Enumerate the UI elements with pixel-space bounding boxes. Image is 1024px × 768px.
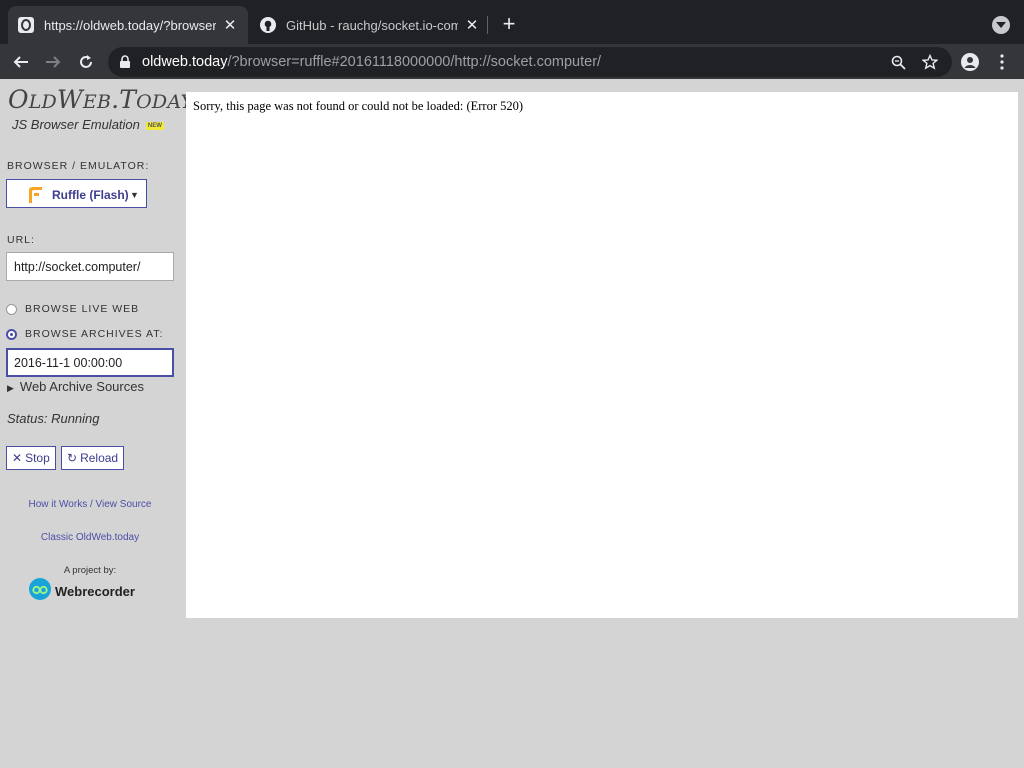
- how-it-works-link[interactable]: How it Works / View Source: [0, 499, 180, 510]
- reload-button[interactable]: ↻ Reload: [61, 446, 125, 470]
- tab-github[interactable]: GitHub - rauchg/socket.io-com ✕: [250, 6, 490, 44]
- url-label: URL:: [7, 234, 35, 246]
- bookmark-star-icon[interactable]: [921, 53, 939, 71]
- address-url: oldweb.today/?browser=ruffle#20161118000…: [142, 54, 601, 70]
- tab-oldweb[interactable]: https://oldweb.today/?browser ✕: [8, 6, 248, 44]
- reload-icon[interactable]: [73, 49, 99, 75]
- chevron-down-icon: ▼: [130, 190, 139, 200]
- tab-search-icon[interactable]: [992, 16, 1010, 34]
- project-by-label: A project by:: [63, 565, 117, 576]
- classic-oldweb-link[interactable]: Classic OldWeb.today: [0, 532, 180, 543]
- web-archive-sources-toggle[interactable]: ▶ Web Archive Sources: [7, 379, 144, 394]
- back-arrow-icon[interactable]: [8, 49, 34, 75]
- oldweb-logo[interactable]: OLDWEB.TODAY: [8, 85, 193, 114]
- close-tab-icon[interactable]: ✕: [464, 16, 480, 34]
- subtitle-text: JS Browser Emulation: [12, 117, 140, 132]
- browser-select-label: Ruffle (Flash): [52, 188, 129, 202]
- tab-divider: [487, 16, 488, 34]
- browse-archives-radio[interactable]: [6, 328, 17, 340]
- logo-text: ODAY: [136, 91, 194, 113]
- webrecorder-logo-icon: [29, 578, 51, 605]
- logo-text: W: [56, 85, 83, 114]
- emulated-browser-frame[interactable]: Sorry, this page was not found or could …: [186, 92, 1018, 618]
- browse-archives-label: BROWSE ARCHIVES AT:: [25, 328, 164, 340]
- browser-emulator-label: BROWSER / EMULATOR:: [7, 160, 150, 172]
- status-text: Status: Running: [7, 411, 100, 426]
- address-host: oldweb.today: [142, 54, 228, 70]
- stop-button[interactable]: ✕ Stop: [6, 446, 56, 470]
- new-tab-icon[interactable]: +: [497, 12, 521, 36]
- lock-icon: [120, 55, 130, 73]
- close-tab-icon[interactable]: ✕: [222, 16, 238, 34]
- browse-live-radio[interactable]: [6, 303, 17, 315]
- zoom-icon[interactable]: [889, 53, 907, 71]
- browse-live-label: BROWSE LIVE WEB: [25, 303, 140, 315]
- profile-icon[interactable]: [957, 49, 983, 75]
- browser-toolbar: oldweb.today/?browser=ruffle#20161118000…: [0, 44, 1024, 79]
- url-input[interactable]: [6, 252, 174, 281]
- logo-text: EB: [82, 91, 112, 113]
- browser-select-button[interactable]: Ruffle (Flash) ▼: [6, 179, 147, 208]
- error-message: Sorry, this page was not found or could …: [193, 99, 524, 113]
- oldweb-favicon-icon: [18, 17, 34, 33]
- logo-text: LD: [28, 91, 57, 113]
- close-icon: ✕: [12, 451, 23, 465]
- browse-live-option[interactable]: BROWSE LIVE WEB: [6, 303, 139, 315]
- tab-strip: https://oldweb.today/?browser ✕ GitHub -…: [0, 0, 1024, 44]
- address-path: /?browser=ruffle#20161118000000/http://s…: [227, 54, 602, 70]
- stop-label: Stop: [25, 451, 50, 465]
- browse-archives-option[interactable]: BROWSE ARCHIVES AT:: [6, 328, 163, 340]
- tab-title: https://oldweb.today/?browser: [44, 17, 216, 33]
- github-icon: [260, 17, 276, 33]
- webrecorder-label: Webrecorder: [55, 584, 135, 599]
- disclosure-triangle-icon: ▶: [7, 383, 14, 393]
- tab-title: GitHub - rauchg/socket.io-com: [286, 17, 458, 33]
- address-bar[interactable]: oldweb.today/?browser=ruffle#20161118000…: [108, 47, 952, 77]
- new-badge: NEW: [145, 121, 164, 130]
- ruffle-icon: [27, 186, 43, 208]
- logo-text: O: [8, 85, 29, 114]
- kebab-menu-icon[interactable]: [989, 49, 1015, 75]
- webrecorder-link[interactable]: Webrecorder: [29, 578, 135, 605]
- logo-text: .T: [111, 85, 137, 114]
- reload-icon: ↻: [67, 451, 78, 465]
- sidebar: OLDWEB.TODAY JS Browser Emulation NEW BRO…: [0, 79, 193, 768]
- forward-arrow-icon[interactable]: [40, 49, 66, 75]
- archive-date-input[interactable]: [6, 348, 174, 377]
- reload-label: Reload: [80, 451, 119, 465]
- web-archive-sources-label: Web Archive Sources: [19, 379, 144, 394]
- subtitle: JS Browser Emulation NEW: [12, 117, 164, 132]
